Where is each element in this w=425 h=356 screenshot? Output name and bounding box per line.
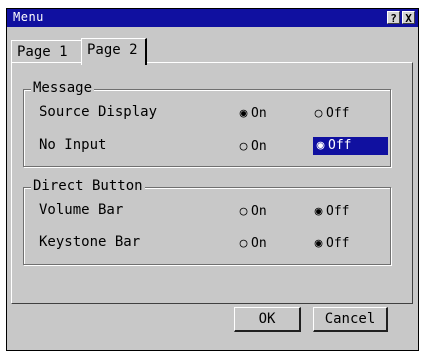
option-label: Off: [328, 138, 352, 153]
radio-empty-icon: ○: [239, 139, 248, 154]
tab-page-2[interactable]: Page 2: [81, 38, 147, 65]
volume-bar-off-option[interactable]: ◉ Off: [313, 203, 350, 221]
keystone-bar-label: Keystone Bar: [39, 234, 141, 250]
direct-button-group: [23, 187, 391, 265]
radio-empty-icon: ○: [239, 236, 248, 251]
volume-bar-label: Volume Bar: [39, 202, 124, 218]
message-group-title: Message: [31, 80, 95, 96]
ok-button[interactable]: OK: [234, 307, 301, 332]
option-label: Off: [326, 204, 350, 219]
radio-selected-icon: ◉: [239, 106, 248, 121]
no-input-off-option[interactable]: ◉ Off: [313, 137, 388, 155]
radio-empty-icon: ○: [314, 106, 323, 121]
source-display-label: Source Display: [39, 104, 158, 120]
cancel-button[interactable]: Cancel: [313, 307, 388, 332]
no-input-label: No Input: [39, 137, 107, 153]
option-label: On: [251, 106, 267, 121]
keystone-bar-off-option[interactable]: ◉ Off: [313, 235, 350, 253]
radio-selected-icon: ◉: [316, 138, 325, 153]
source-display-off-option[interactable]: ○ Off: [313, 105, 350, 123]
radio-empty-icon: ○: [239, 204, 248, 219]
tab-page-1[interactable]: Page 1: [11, 40, 83, 63]
option-label: On: [251, 236, 267, 251]
option-label: On: [251, 204, 267, 219]
no-input-on-option[interactable]: ○ On: [238, 138, 267, 156]
direct-button-group-title: Direct Button: [31, 178, 145, 194]
option-label: Off: [326, 106, 350, 121]
radio-selected-icon: ◉: [314, 236, 323, 251]
volume-bar-on-option[interactable]: ○ On: [238, 203, 267, 221]
option-label: Off: [326, 236, 350, 251]
keystone-bar-on-option[interactable]: ○ On: [238, 235, 267, 253]
radio-selected-icon: ◉: [314, 204, 323, 219]
option-label: On: [251, 139, 267, 154]
message-group: [23, 89, 391, 167]
source-display-on-option[interactable]: ◉ On: [238, 105, 267, 123]
